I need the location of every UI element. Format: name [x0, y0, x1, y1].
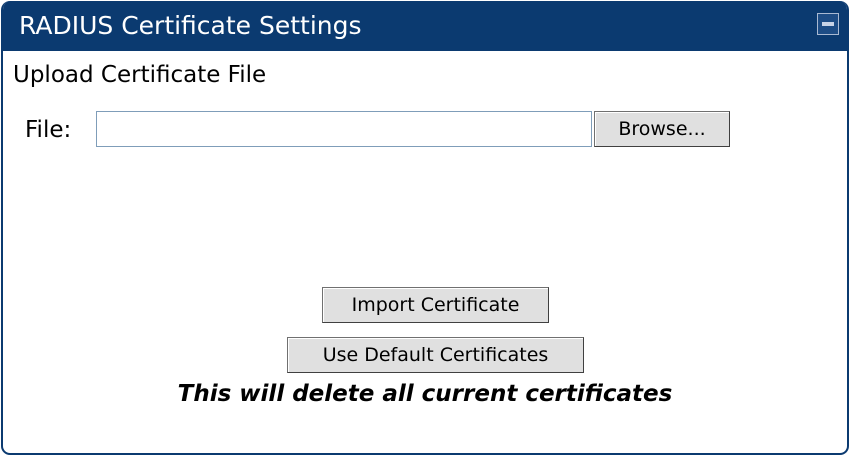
radius-certificate-panel: RADIUS Certificate Settings Upload Certi… [1, 1, 849, 455]
browse-button[interactable]: Browse... [594, 111, 730, 147]
file-label: File: [25, 117, 72, 143]
collapse-icon[interactable] [817, 13, 839, 35]
minus-icon [822, 22, 834, 26]
file-path-input[interactable] [96, 111, 592, 147]
panel-title: RADIUS Certificate Settings [19, 11, 362, 40]
import-certificate-button[interactable]: Import Certificate [322, 287, 549, 323]
upload-section-label: Upload Certificate File [13, 62, 267, 88]
panel-titlebar: RADIUS Certificate Settings [3, 1, 847, 51]
use-default-certificates-button[interactable]: Use Default Certificates [287, 337, 584, 373]
delete-warning-text: This will delete all current certificate… [177, 381, 673, 407]
